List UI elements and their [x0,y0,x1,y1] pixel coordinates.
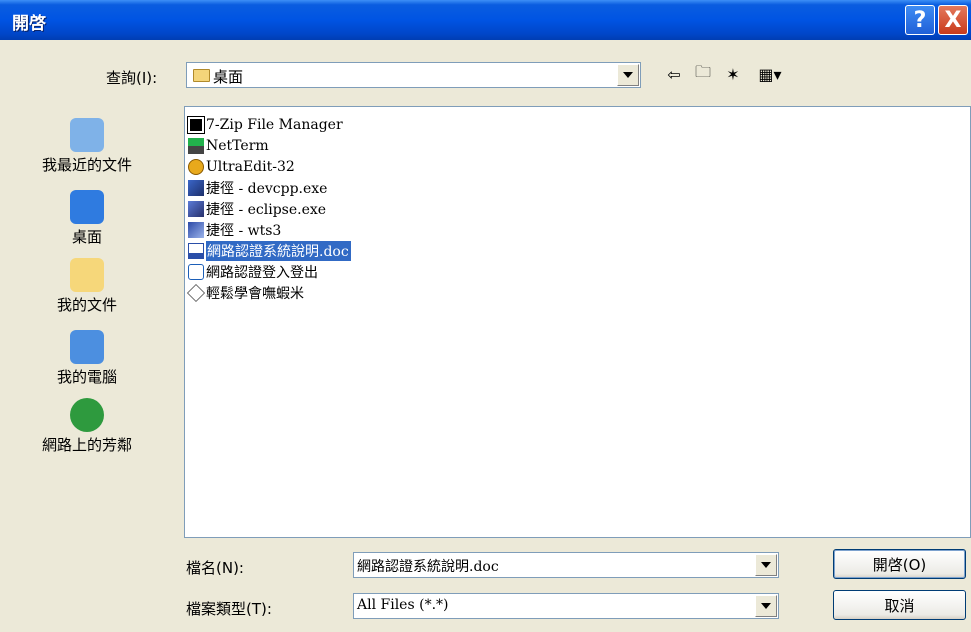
filetype-label: 檔案類型(T): [186,600,272,618]
help-button[interactable]: ? [905,5,935,35]
html-shortcut-icon [188,264,204,280]
my-computer-icon [70,330,104,364]
help-icon: ? [913,7,927,33]
filename-label: 檔名(N): [186,559,244,577]
window-title: 開啓 [12,14,46,34]
open-button[interactable]: 開啓(O) [833,549,966,579]
open-file-dialog: 開啓 ? X 查詢(I): 桌面 ⇦ 🗀 ✶ ▦▾ 我最近的文件 桌面 我的文件 [0,0,971,632]
filename-value: 網路認證系統說明.doc [357,559,499,575]
cancel-button-label: 取消 [884,596,915,615]
place-label: 我最近的文件 [41,156,132,174]
eclipse-shortcut-icon [188,201,204,217]
place-desktop[interactable]: 桌面 [0,190,174,247]
list-item[interactable]: 網路認證系統說明.doc [188,240,352,262]
desktop-icon [70,190,104,224]
program-shortcut-icon [186,283,206,303]
look-in-dropdown[interactable]: 桌面 [186,62,641,88]
list-item[interactable]: 捷徑 - devcpp.exe [188,178,327,198]
place-my-computer[interactable]: 我的電腦 [0,330,174,387]
place-label: 網路上的芳鄰 [41,436,132,454]
look-in-label: 查詢(I): [106,69,158,87]
filetype-value: All Files (*.*) [357,597,449,613]
chevron-down-icon [623,72,633,78]
list-item[interactable]: UltraEdit-32 [188,157,295,177]
ultraedit-icon [188,159,204,175]
folder-icon [193,69,210,82]
up-folder-icon: 🗀 [694,61,711,81]
view-menu-icon: ▦▾ [758,64,782,84]
place-my-documents[interactable]: 我的文件 [0,258,174,315]
new-folder-icon: ✶ [726,64,740,84]
place-label: 我的文件 [56,296,117,314]
title-bar[interactable]: 開啓 ? X [0,0,971,40]
list-item[interactable]: 網路認證登入登出 [188,262,318,282]
close-button[interactable]: X [938,5,968,35]
filetype-dropdown[interactable]: All Files (*.*) [353,593,779,619]
view-menu-button[interactable]: ▦▾ [752,64,788,84]
chevron-down-icon [761,603,771,609]
open-button-label: 開啓(O) [872,555,927,574]
look-in-value: 桌面 [213,68,244,86]
new-folder-button[interactable]: ✶ [722,64,744,84]
filename-dropdown-arrow[interactable] [755,554,777,576]
word-document-icon [188,243,204,259]
close-icon: X [944,7,962,33]
place-recent-documents[interactable]: 我最近的文件 [0,118,174,175]
filetype-dropdown-arrow[interactable] [755,595,777,617]
cancel-button[interactable]: 取消 [833,590,966,620]
list-item[interactable]: 7-Zip File Manager [187,115,343,135]
filename-input[interactable]: 網路認證系統說明.doc [353,552,779,578]
back-icon: ⇦ [667,64,681,84]
devcpp-shortcut-icon [188,180,204,196]
back-button[interactable]: ⇦ [664,64,684,84]
place-network[interactable]: 網路上的芳鄰 [0,398,174,455]
list-item[interactable]: NetTerm [188,136,269,156]
up-folder-button[interactable]: 🗀 [693,62,713,84]
recent-documents-icon [70,118,104,152]
network-places-icon [70,398,104,432]
wts3-shortcut-icon [188,222,204,238]
list-item[interactable]: 捷徑 - eclipse.exe [188,199,326,219]
netterm-icon [188,138,204,154]
my-documents-icon [70,258,104,292]
place-label: 我的電腦 [56,368,117,386]
list-item[interactable]: 捷徑 - wts3 [188,220,281,240]
look-in-dropdown-arrow[interactable] [617,64,639,86]
place-label: 桌面 [71,228,102,246]
7zip-icon [187,116,205,134]
list-item[interactable]: 輕鬆學會嘸蝦米 [186,283,304,303]
chevron-down-icon [761,562,771,568]
file-list[interactable]: 7-Zip File Manager NetTerm UltraEdit-32 … [184,106,971,538]
